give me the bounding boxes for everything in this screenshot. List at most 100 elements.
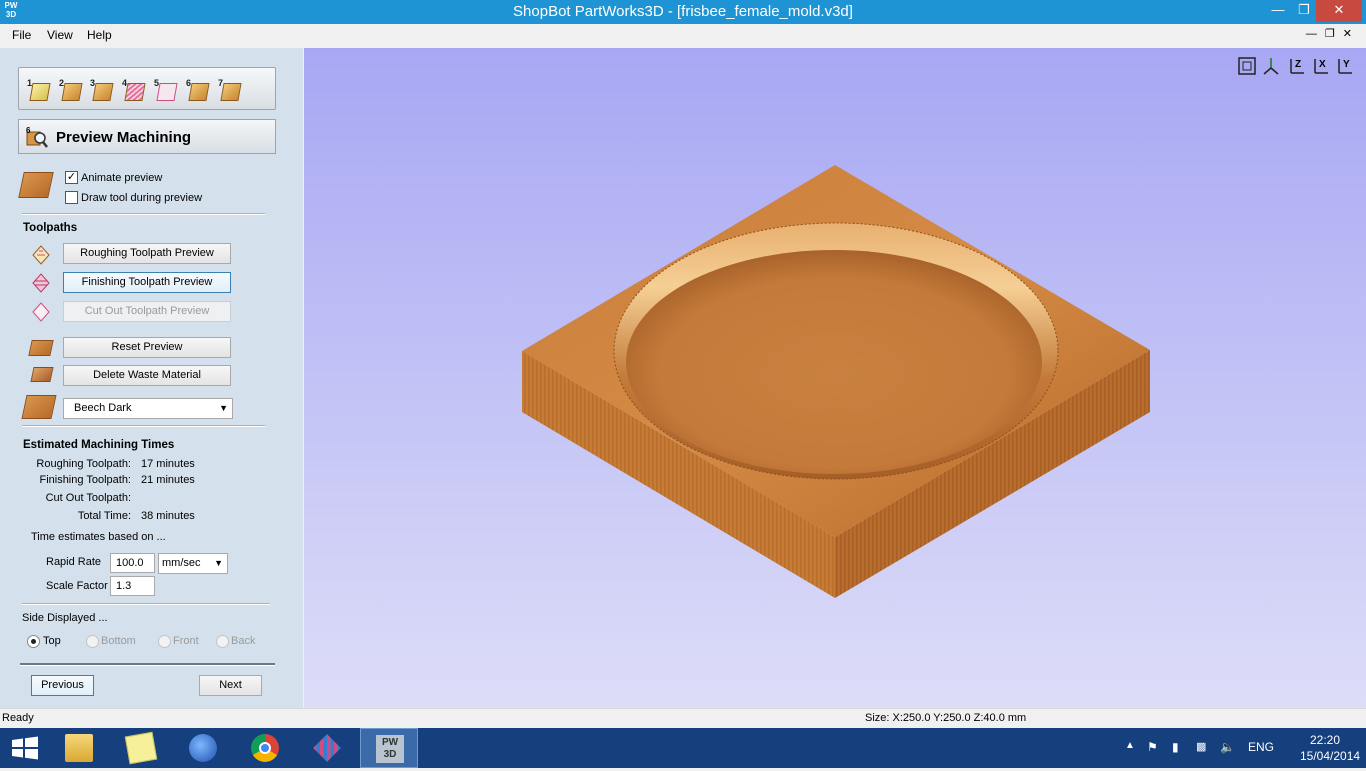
next-button[interactable]: Next (199, 675, 262, 696)
step-3-button[interactable]: 3 (87, 76, 115, 104)
draw-tool-label: Draw tool during preview (81, 192, 203, 204)
status-bar: Ready Size: X:250.0 Y:250.0 Z:40.0 mm (0, 708, 1366, 728)
network-icon[interactable]: ▩ (1196, 740, 1206, 753)
status-text: Ready (2, 712, 34, 724)
tray-expand-icon[interactable]: ▲ (1125, 740, 1135, 751)
reset-preview-icon (28, 340, 54, 356)
side-top-radio[interactable] (27, 635, 40, 648)
step-2-button[interactable]: 2 (56, 76, 84, 104)
left-panel: 1 2 3 4 5 6 7 6 Preview Machining ✓ Anim… (0, 48, 303, 708)
rapid-unit-select[interactable]: mm/sec ▼ (158, 553, 228, 574)
rapid-rate-label: Rapid Rate (46, 556, 102, 568)
chevron-down-icon: ▼ (214, 558, 223, 568)
wood-block-model (522, 165, 1150, 598)
roughing-toolpath-icon (30, 244, 52, 266)
volume-icon[interactable]: 🔈 (1220, 740, 1235, 754)
step-1-button[interactable]: 1 (24, 76, 52, 104)
preview-icon (188, 83, 210, 101)
side-front-radio[interactable] (158, 635, 171, 648)
animate-preview-icon (18, 172, 54, 198)
delete-waste-icon (30, 367, 54, 382)
cutout-icon (156, 83, 178, 101)
battery-icon[interactable]: ▮ (1172, 740, 1179, 754)
cutout-toolpath-icon (30, 301, 52, 323)
chrome-icon[interactable] (236, 728, 294, 768)
toolpaths-heading: Toolpaths (23, 222, 78, 234)
clock-date: 15/04/2014 (1300, 749, 1361, 763)
total-time-label: Total Time: (77, 510, 131, 522)
action-center-flag-icon[interactable]: ⚑ (1147, 740, 1158, 754)
model-size-readout: Size: X:250.0 Y:250.0 Z:40.0 mm (865, 712, 1027, 724)
bowl-floor (626, 250, 1042, 474)
side-back-radio[interactable] (216, 635, 229, 648)
save-toolpath-icon (220, 83, 242, 101)
file-explorer-icon[interactable] (50, 728, 108, 768)
reset-preview-button[interactable]: Reset Preview (63, 337, 231, 358)
finishing-toolpath-icon (30, 272, 52, 294)
divider (20, 663, 275, 666)
svg-text:6: 6 (26, 126, 31, 135)
scale-factor-label: Scale Factor (46, 580, 108, 592)
scale-factor-input[interactable]: 1.3 (110, 576, 155, 596)
step-7-button[interactable]: 7 (215, 76, 243, 104)
menu-file[interactable]: File (12, 28, 31, 42)
title-bar: PW 3D ShopBot PartWorks3D - [frisbee_fema… (0, 0, 1366, 24)
divider (22, 603, 270, 605)
roughing-icon (92, 83, 114, 101)
minimize-button[interactable]: — (1264, 0, 1292, 22)
side-bottom-label: Bottom (101, 635, 136, 647)
material-select[interactable]: Beech Dark ▼ (63, 398, 233, 419)
sketchup-icon[interactable] (174, 728, 232, 768)
clock-time: 22:20 (1309, 733, 1341, 747)
step-4-button[interactable]: 4 (119, 76, 147, 104)
finishing-time-value: 21 minutes (141, 474, 195, 486)
job-setup-icon (29, 83, 51, 101)
previous-button[interactable]: Previous (31, 675, 94, 696)
clock[interactable]: 22:20 15/04/2014 (1300, 732, 1361, 764)
chevron-down-icon: ▼ (219, 403, 228, 413)
import-icon (61, 83, 83, 101)
total-time-value: 38 minutes (141, 510, 195, 522)
finishing-icon (124, 83, 146, 101)
start-button[interactable] (0, 728, 50, 768)
3d-viewport[interactable]: Z X Y (304, 48, 1366, 708)
divider (22, 213, 265, 215)
animate-preview-checkbox[interactable]: ✓ (65, 171, 78, 184)
times-heading: Estimated Machining Times (23, 439, 175, 451)
cutout-preview-button[interactable]: Cut Out Toolpath Preview (63, 301, 231, 322)
draw-tool-checkbox[interactable] (65, 191, 78, 204)
windows-logo-icon (12, 736, 38, 760)
window-title: ShopBot PartWorks3D - [frisbee_female_mo… (513, 3, 853, 20)
side-displayed-heading: Side Displayed ... (22, 612, 108, 624)
close-button[interactable]: ✕ (1316, 0, 1362, 22)
partworks-app-icon[interactable] (298, 728, 356, 768)
pw3d-active-icon[interactable]: PW 3D (360, 728, 418, 768)
finishing-preview-button[interactable]: Finishing Toolpath Preview (63, 272, 231, 293)
side-front-label: Front (173, 635, 199, 647)
estimates-note: Time estimates based on ... (31, 531, 166, 543)
step-toolbar: 1 2 3 4 5 6 7 (18, 67, 276, 110)
material-swatch-icon (21, 395, 57, 419)
divider (22, 425, 265, 427)
section-header: 6 Preview Machining (18, 119, 276, 154)
preview-magnifier-icon: 6 (25, 126, 49, 150)
side-back-label: Back (231, 635, 256, 647)
roughing-preview-button[interactable]: Roughing Toolpath Preview (63, 243, 231, 264)
menu-help[interactable]: Help (87, 28, 112, 42)
restore-button[interactable]: ❐ (1290, 0, 1318, 22)
delete-waste-button[interactable]: Delete Waste Material (63, 365, 231, 386)
menu-view[interactable]: View (47, 28, 73, 42)
mdi-controls[interactable]: —❐✕ (1306, 27, 1360, 40)
menu-bar: File View Help —❐✕ (0, 24, 1366, 48)
step-6-button[interactable]: 6 (183, 76, 211, 104)
finishing-time-label: Finishing Toolpath: (39, 474, 131, 486)
step-5-button[interactable]: 5 (151, 76, 179, 104)
taskbar: PW 3D ▲ ⚑ ▮ ▩ 🔈 ENG 22:20 15/04/2014 (0, 728, 1366, 768)
rapid-rate-input[interactable]: 100.0 (110, 553, 155, 573)
language-indicator[interactable]: ENG (1248, 740, 1274, 754)
side-bottom-radio[interactable] (86, 635, 99, 648)
roughing-time-value: 17 minutes (141, 458, 195, 470)
roughing-time-label: Roughing Toolpath: (36, 458, 131, 470)
sticky-notes-icon[interactable] (112, 728, 170, 768)
page-title: Preview Machining (56, 129, 192, 146)
